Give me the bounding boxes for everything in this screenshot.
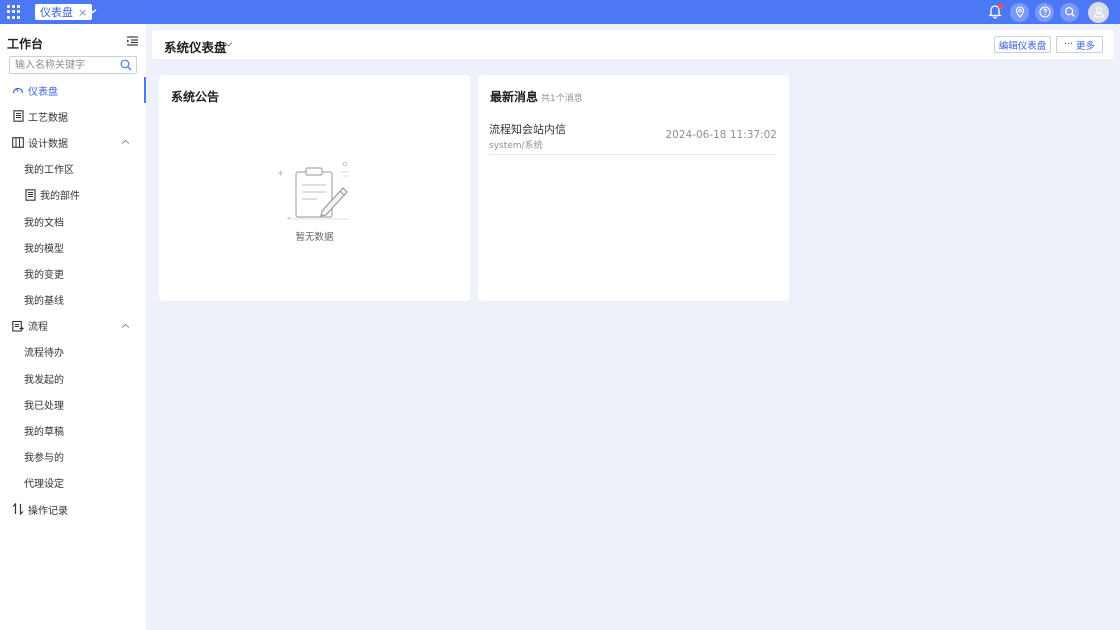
user-avatar[interactable] bbox=[1088, 1, 1109, 23]
menu-collapse-icon[interactable] bbox=[127, 36, 138, 46]
sidebar-item-my-baselines[interactable]: 我的基线 bbox=[0, 287, 146, 313]
message-count: 共1个消息 bbox=[541, 94, 583, 104]
sidebar-item-label: 我的变更 bbox=[24, 269, 64, 281]
library-icon bbox=[12, 136, 24, 148]
notification-dot bbox=[998, 3, 1003, 9]
message-time: 2024-06-18 11:37:02 bbox=[665, 129, 777, 141]
close-icon[interactable]: × bbox=[78, 6, 87, 19]
dashboard-icon bbox=[12, 84, 24, 96]
page-header: 系统仪表盘 编辑仪表盘 ··· 更多 bbox=[152, 30, 1114, 59]
sidebar-item-todo[interactable]: 流程待办 bbox=[0, 339, 146, 365]
sidebar-item-label: 工艺数据 bbox=[28, 112, 68, 124]
sidebar-item-processed[interactable]: 我已处理 bbox=[0, 391, 146, 417]
empty-text: 暂无数据 bbox=[295, 232, 334, 243]
sidebar-title: 工作台 bbox=[7, 37, 44, 51]
sidebar-item-my-models[interactable]: 我的模型 bbox=[0, 234, 146, 260]
search-icon[interactable] bbox=[1060, 2, 1079, 22]
sidebar-item-my-workspace[interactable]: 我的工作区 bbox=[0, 156, 146, 182]
sidebar-item-workflow[interactable]: 流程 bbox=[0, 313, 146, 339]
notice-card: 系统公告 暂无数据 bbox=[159, 75, 470, 301]
sidebar-item-label: 我的基线 bbox=[24, 296, 64, 308]
chevron-down-icon[interactable] bbox=[88, 6, 98, 16]
sidebar-item-label: 我参与的 bbox=[24, 453, 64, 465]
top-bar: 仪表盘 × bbox=[0, 0, 1120, 24]
sidebar-item-my-changes[interactable]: 我的变更 bbox=[0, 260, 146, 286]
sidebar-item-label: 代理设定 bbox=[24, 479, 64, 491]
help-icon[interactable] bbox=[1035, 2, 1054, 22]
page-title[interactable]: 系统仪表盘 bbox=[164, 37, 227, 56]
process-icon bbox=[12, 320, 24, 332]
document-icon bbox=[12, 110, 24, 123]
chevron-up-icon[interactable] bbox=[121, 138, 130, 146]
sidebar-item-my-parts[interactable]: 我的部件 bbox=[0, 182, 146, 208]
edit-dashboard-button[interactable]: 编辑仪表盘 bbox=[994, 36, 1051, 53]
chevron-down-icon[interactable] bbox=[224, 41, 233, 48]
sidebar: 工作台 仪表盘 工艺数据 设计数据 bbox=[0, 24, 146, 630]
card-title: 最新消息 bbox=[490, 90, 539, 104]
sidebar-item-participated[interactable]: 我参与的 bbox=[0, 444, 146, 470]
location-icon[interactable] bbox=[1010, 2, 1029, 22]
ellipsis-icon: ··· bbox=[1063, 39, 1074, 50]
more-button-label: 更多 bbox=[1076, 40, 1096, 52]
app-grid-icon[interactable] bbox=[7, 5, 21, 19]
sidebar-item-operation-log[interactable]: 操作记录 bbox=[0, 496, 146, 522]
document-icon bbox=[24, 189, 36, 201]
sidebar-item-label: 操作记录 bbox=[28, 505, 68, 517]
sidebar-item-initiated[interactable]: 我发起的 bbox=[0, 365, 146, 391]
tab-dashboard[interactable]: 仪表盘 × bbox=[35, 4, 93, 20]
sidebar-item-label: 仪表盘 bbox=[28, 86, 58, 98]
more-button[interactable]: ··· 更多 bbox=[1056, 36, 1103, 53]
sidebar-item-label: 设计数据 bbox=[28, 138, 68, 150]
search-input[interactable] bbox=[10, 57, 115, 74]
sidebar-item-label: 我的模型 bbox=[24, 243, 64, 255]
sidebar-item-design-data[interactable]: 设计数据 bbox=[0, 129, 146, 155]
sidebar-item-label: 我发起的 bbox=[24, 374, 64, 386]
sidebar-item-my-documents[interactable]: 我的文档 bbox=[0, 208, 146, 234]
sidebar-item-drafts[interactable]: 我的草稿 bbox=[0, 417, 146, 443]
sidebar-item-dashboard[interactable]: 仪表盘 bbox=[0, 77, 146, 104]
tab-label: 仪表盘 bbox=[40, 6, 73, 19]
card-title: 系统公告 bbox=[171, 90, 220, 104]
messages-card: 最新消息 共1个消息 流程知会站内信 system/系统 2024-06-18 … bbox=[478, 75, 789, 301]
chevron-up-icon[interactable] bbox=[121, 322, 130, 330]
sidebar-item-label: 流程待办 bbox=[24, 348, 64, 360]
sidebar-menu: 仪表盘 工艺数据 设计数据 我的工作区 我的部件 我的文档 我的模型 我的变更 … bbox=[0, 77, 146, 522]
sidebar-item-label: 我的文档 bbox=[24, 217, 64, 229]
bell-icon[interactable] bbox=[985, 3, 1004, 22]
sidebar-search bbox=[9, 56, 137, 74]
empty-clipboard-icon bbox=[278, 161, 349, 220]
sidebar-item-process-data[interactable]: 工艺数据 bbox=[0, 103, 146, 129]
message-source: system/系统 bbox=[489, 141, 543, 151]
message-item[interactable]: 流程知会站内信 system/系统 2024-06-18 11:37:02 bbox=[489, 121, 777, 155]
search-icon[interactable] bbox=[120, 59, 132, 71]
sidebar-item-label: 我已处理 bbox=[24, 400, 64, 412]
swap-icon bbox=[12, 503, 24, 516]
sidebar-item-label: 我的部件 bbox=[40, 191, 80, 203]
sidebar-item-delegation[interactable]: 代理设定 bbox=[0, 470, 146, 496]
message-title[interactable]: 流程知会站内信 bbox=[489, 121, 566, 137]
sidebar-item-label: 我的草稿 bbox=[24, 427, 64, 439]
sidebar-item-label: 我的工作区 bbox=[24, 165, 74, 177]
sidebar-item-label: 流程 bbox=[28, 322, 48, 334]
